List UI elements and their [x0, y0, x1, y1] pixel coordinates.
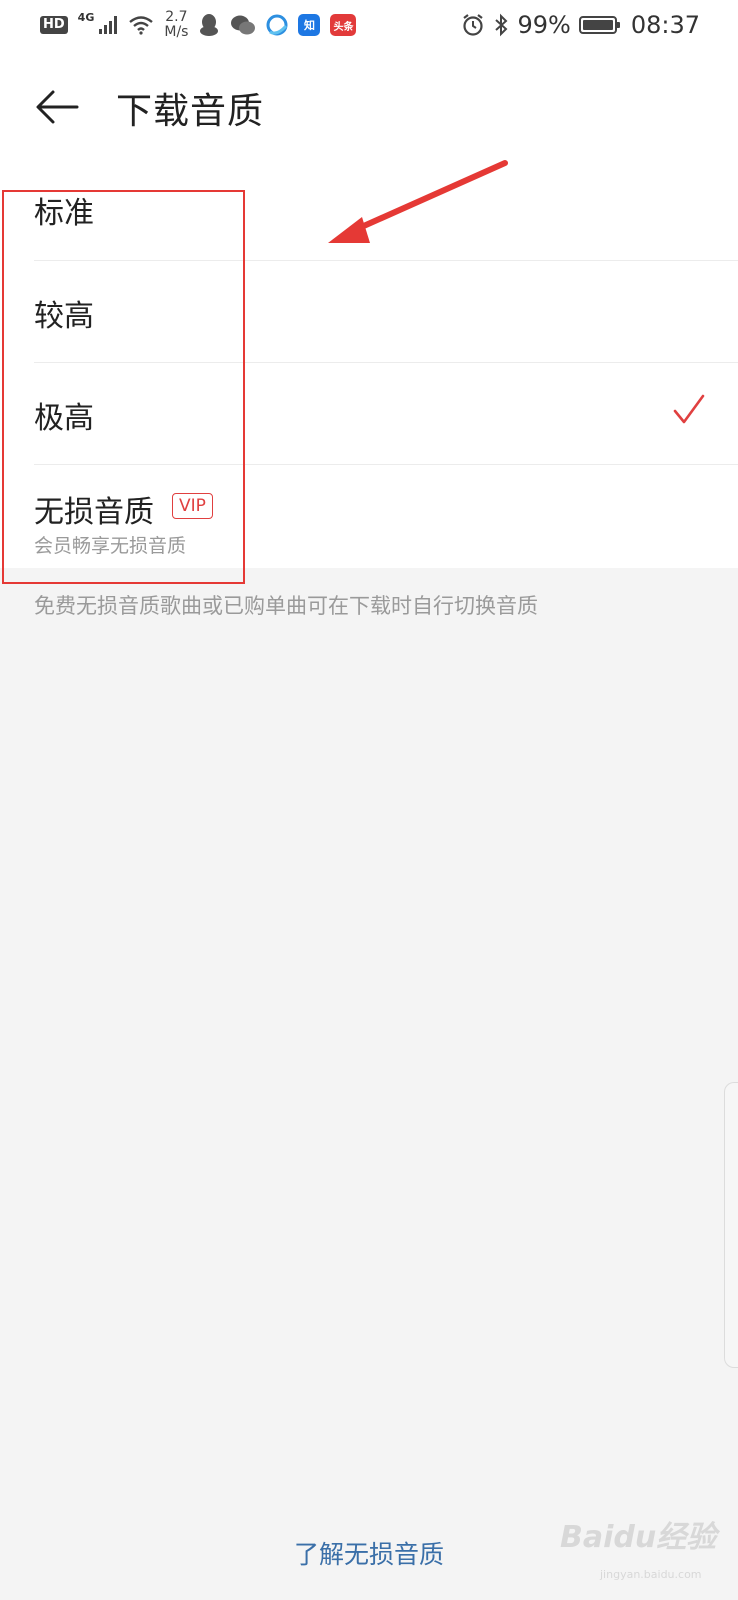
wechat-icon: [231, 15, 256, 35]
option-subtitle: 会员畅享无损音质: [34, 535, 187, 557]
watermark-logo: Baidu经验: [560, 1520, 717, 1555]
hd-badge: HD: [40, 16, 68, 34]
alarm-icon: [463, 14, 484, 36]
page-title: 下载音质: [116, 91, 265, 132]
quality-option-list: 标准 较高 极高 无损音质 VIP 会员畅享无损音质: [0, 160, 738, 575]
option-label: 无损音质: [34, 495, 154, 530]
watermark-url: jingyan.baidu.com: [600, 1568, 702, 1581]
battery-percent: 99%: [517, 11, 571, 39]
lossless-note: 免费无损音质歌曲或已购单曲可在下载时自行切换音质: [34, 594, 538, 618]
qq-icon: [200, 14, 219, 36]
browser-icon: [266, 14, 288, 36]
status-bar: HD 4G 2.7 M/s 知 头条 99% 08:37: [0, 0, 738, 50]
option-label: 极高: [34, 401, 94, 436]
title-bar: 下载音质: [0, 66, 738, 146]
option-lossless[interactable]: 无损音质 VIP 会员畅享无损音质: [34, 465, 738, 575]
zhihu-icon: 知: [298, 14, 321, 36]
network-speed: 2.7 M/s: [164, 9, 189, 40]
checkmark-icon: [673, 394, 705, 424]
back-button[interactable]: [34, 84, 80, 130]
option-label: 标准: [34, 196, 94, 231]
option-extreme[interactable]: 极高: [34, 363, 738, 465]
back-arrow-icon: [36, 90, 79, 124]
battery-icon: [578, 16, 620, 34]
toutiao-icon: 头条: [330, 14, 357, 36]
bluetooth-icon: [495, 13, 508, 37]
wifi-icon: [129, 16, 154, 35]
option-high[interactable]: 较高: [34, 261, 738, 363]
option-standard[interactable]: 标准: [34, 160, 738, 261]
signal-icon: [99, 16, 118, 34]
baidu-watermark: Baidu经验 jingyan.baidu.com: [560, 1512, 730, 1592]
option-label: 较高: [34, 299, 94, 334]
network-type: 4G: [77, 10, 95, 24]
clock: 08:37: [630, 11, 700, 39]
side-scroll-handle[interactable]: [724, 1082, 738, 1368]
vip-badge: VIP: [172, 493, 213, 519]
